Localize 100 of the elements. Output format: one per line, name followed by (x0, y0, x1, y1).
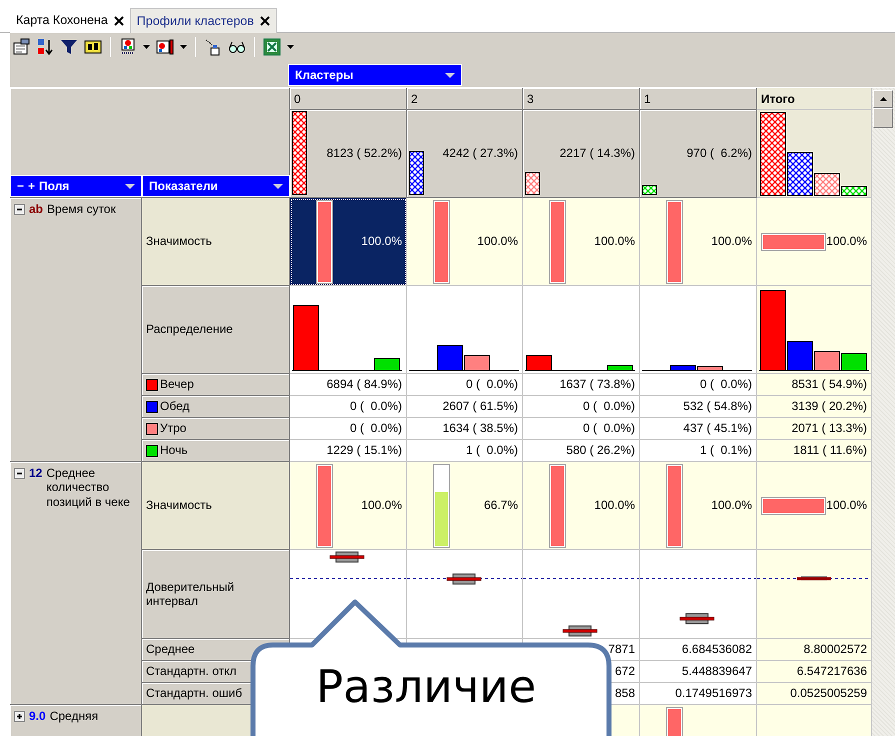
interval-marker (680, 613, 714, 624)
significance-cell[interactable]: 100.0% (640, 198, 757, 286)
up-arrow-icon (880, 97, 886, 101)
column-header[interactable]: 3 (523, 88, 640, 110)
interval-marker (562, 625, 598, 636)
count-label: 4242 ( 27.3%) (442, 146, 518, 161)
table-cell: 2071 ( 13.3%) (757, 418, 872, 440)
significance-cell[interactable]: 100.0% (757, 462, 872, 550)
type-label: 9.0 (29, 709, 46, 724)
count-label: 970 ( 6.2%) (686, 146, 752, 161)
scroll-up-button[interactable] (873, 90, 893, 108)
filter-icon[interactable] (60, 38, 78, 56)
table-cell: 8.80002572 (757, 639, 872, 661)
scrollbar-thumb[interactable] (873, 108, 893, 128)
header-label: Кластеры (295, 68, 354, 82)
row-label: Значимость (146, 498, 212, 513)
significance-value: 100.0% (361, 234, 402, 249)
row-label: Среднее (146, 642, 195, 657)
header-label: Поля (39, 178, 70, 194)
significance-cell[interactable]: 100.0% (640, 462, 757, 550)
table-cell: 1811 ( 11.6%) (757, 440, 872, 462)
significance-value: 100.0% (826, 234, 867, 249)
significance-value: 100.0% (711, 234, 752, 249)
table-cell: 0 ( 0.0%) (407, 374, 523, 396)
toggle-all-button[interactable]: − (17, 178, 24, 194)
row-label: Вечер (160, 377, 194, 392)
column-header[interactable]: 1 (640, 88, 757, 110)
significance-cell[interactable]: 100.0% (523, 462, 640, 550)
table-cell: 437 ( 45.1%) (640, 418, 757, 440)
count-label: 8123 ( 52.2%) (326, 146, 402, 161)
significance-value: 66.7% (484, 498, 518, 513)
significance-cell[interactable]: 100.0% (523, 198, 640, 286)
type-label: ab (29, 202, 44, 216)
significance-cell[interactable]: 100.0% (290, 462, 407, 550)
table-cell: 1229 ( 15.1%) (290, 440, 407, 462)
chart-icon[interactable] (119, 38, 137, 56)
table-cell: 0 ( 0.0%) (523, 396, 640, 418)
toggle-all-button[interactable]: + (28, 178, 36, 194)
significance-value: 100.0% (594, 234, 635, 249)
table-cell: 0 ( 0.0%) (640, 374, 757, 396)
column-header[interactable]: 0 (290, 88, 407, 110)
table-cell: 0 ( 0.0%) (523, 418, 640, 440)
tab[interactable]: Профили кластеров (130, 8, 277, 33)
expand-icon[interactable] (14, 711, 25, 722)
row-label: Обед (160, 399, 190, 414)
caret-icon[interactable] (143, 44, 150, 48)
close-icon[interactable] (260, 16, 270, 26)
type-label: 12 (29, 466, 42, 480)
row-label: Значимость (146, 234, 212, 249)
significance-value: 100.0% (594, 498, 635, 513)
close-icon[interactable] (114, 16, 124, 26)
significance-value: 100.0% (826, 498, 867, 513)
significance-cell[interactable]: 100.0% (290, 198, 407, 286)
field-name: Среднее количество позиций в чеке (46, 466, 131, 510)
field-name: Время суток (47, 202, 116, 216)
row-label: Стандартн. откл (146, 664, 236, 679)
table-cell: 0.1749516973 (640, 683, 757, 705)
table-cell: 1 ( 0.1%) (640, 440, 757, 462)
paint-icon[interactable] (204, 38, 222, 56)
table-cell: 6.684536082 (640, 639, 757, 661)
row-label: Распределение (146, 322, 233, 337)
table-cell: 2607 ( 61.5%) (407, 396, 523, 418)
significance-cell[interactable]: 100.0% (757, 198, 872, 286)
interval-marker (330, 552, 364, 563)
collapse-icon[interactable] (14, 204, 25, 215)
table-cell: 532 ( 54.8%) (640, 396, 757, 418)
interval-marker (446, 574, 482, 585)
table-cell: 580 ( 26.2%) (523, 440, 640, 462)
table-cell: 6894 ( 84.9%) (290, 374, 407, 396)
header-label: Показатели (149, 178, 218, 194)
significance-value: 100.0% (711, 498, 752, 513)
count-label: 2217 ( 14.3%) (560, 146, 635, 161)
row-label: Доверительный интервал (146, 580, 236, 608)
column-header[interactable]: Итого (757, 88, 872, 110)
table-cell: 1 ( 0.0%) (407, 440, 523, 462)
spreadsheet-icon[interactable] (263, 38, 281, 56)
column-header[interactable]: 2 (407, 88, 523, 110)
significance-value: 100.0% (361, 498, 402, 513)
sort-icon[interactable] (36, 38, 54, 56)
collapse-icon[interactable] (14, 468, 25, 479)
significance-cell[interactable]: 66.7% (407, 462, 523, 550)
table-cell: 1637 ( 73.8%) (523, 374, 640, 396)
chart-icon[interactable] (156, 38, 174, 56)
interval-marker (797, 576, 831, 580)
table-cell: 0 ( 0.0%) (290, 418, 407, 440)
text-box-icon[interactable] (84, 38, 102, 56)
properties-icon[interactable] (12, 38, 30, 56)
table-cell: 8531 ( 54.9%) (757, 374, 872, 396)
table-cell: 0.0525005259 (757, 683, 872, 705)
row-label: Стандартн. ошиб (146, 686, 242, 701)
row-label: Ночь (160, 443, 188, 458)
significance-value: 100.0% (477, 234, 518, 249)
table-cell: 0 ( 0.0%) (290, 396, 407, 418)
cluster-header[interactable]: Кластеры (288, 64, 462, 86)
table-cell: 6.547217636 (757, 661, 872, 683)
table-cell: 3139 ( 20.2%) (757, 396, 872, 418)
caret-icon[interactable] (180, 44, 187, 48)
table-cell: 5.448839647 (640, 661, 757, 683)
significance-cell[interactable]: 100.0% (407, 198, 523, 286)
caret-icon[interactable] (287, 44, 294, 48)
